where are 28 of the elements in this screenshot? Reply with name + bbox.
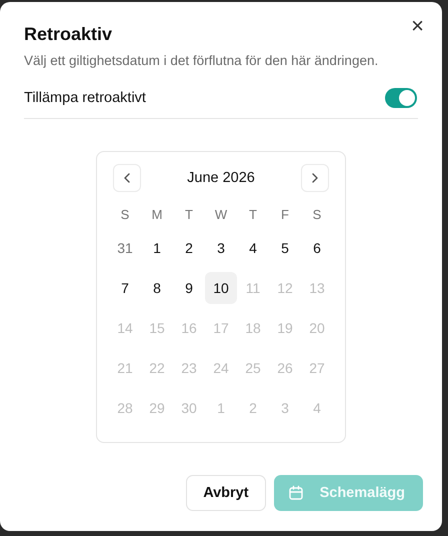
dialog-title: Retroaktiv [24, 24, 114, 45]
calendar-day[interactable]: 2 [173, 232, 205, 264]
close-button[interactable]: × [407, 14, 428, 38]
calendar-icon [288, 485, 304, 501]
calendar-day[interactable]: 6 [301, 232, 333, 264]
calendar-day[interactable]: 5 [269, 232, 301, 264]
weekday-label: T [248, 206, 258, 224]
weekday-label: W [214, 206, 228, 224]
weekday-label: M [150, 206, 164, 224]
calendar-day[interactable]: 1 [141, 232, 173, 264]
toggle-switch[interactable] [385, 88, 417, 108]
month-title: June 2026 [187, 170, 255, 186]
dialog-description: Välj ett giltighetsdatum i det förflutna för den här ändringen. [24, 53, 380, 68]
calendar-day[interactable]: 7 [109, 272, 141, 304]
calendar-day[interactable]: 4 [237, 232, 269, 264]
calendar-day[interactable]: 10 [205, 272, 237, 304]
calendar-day[interactable]: 9 [173, 272, 205, 304]
calendar-day[interactable]: 3 [205, 232, 237, 264]
next-month-button[interactable] [300, 164, 329, 192]
weekday-label: S [120, 206, 130, 224]
weekday-label: S [312, 206, 322, 224]
previous-month-button[interactable] [113, 164, 141, 192]
weekday-label: F [280, 206, 290, 224]
calendar-day[interactable]: 31 [109, 232, 141, 264]
toggle-label: Tillämpa retroaktivt [24, 90, 146, 106]
calendar-day[interactable]: 8 [141, 272, 173, 304]
cancel-button[interactable]: Avbryt [186, 475, 266, 511]
weekday-label: T [184, 206, 194, 224]
